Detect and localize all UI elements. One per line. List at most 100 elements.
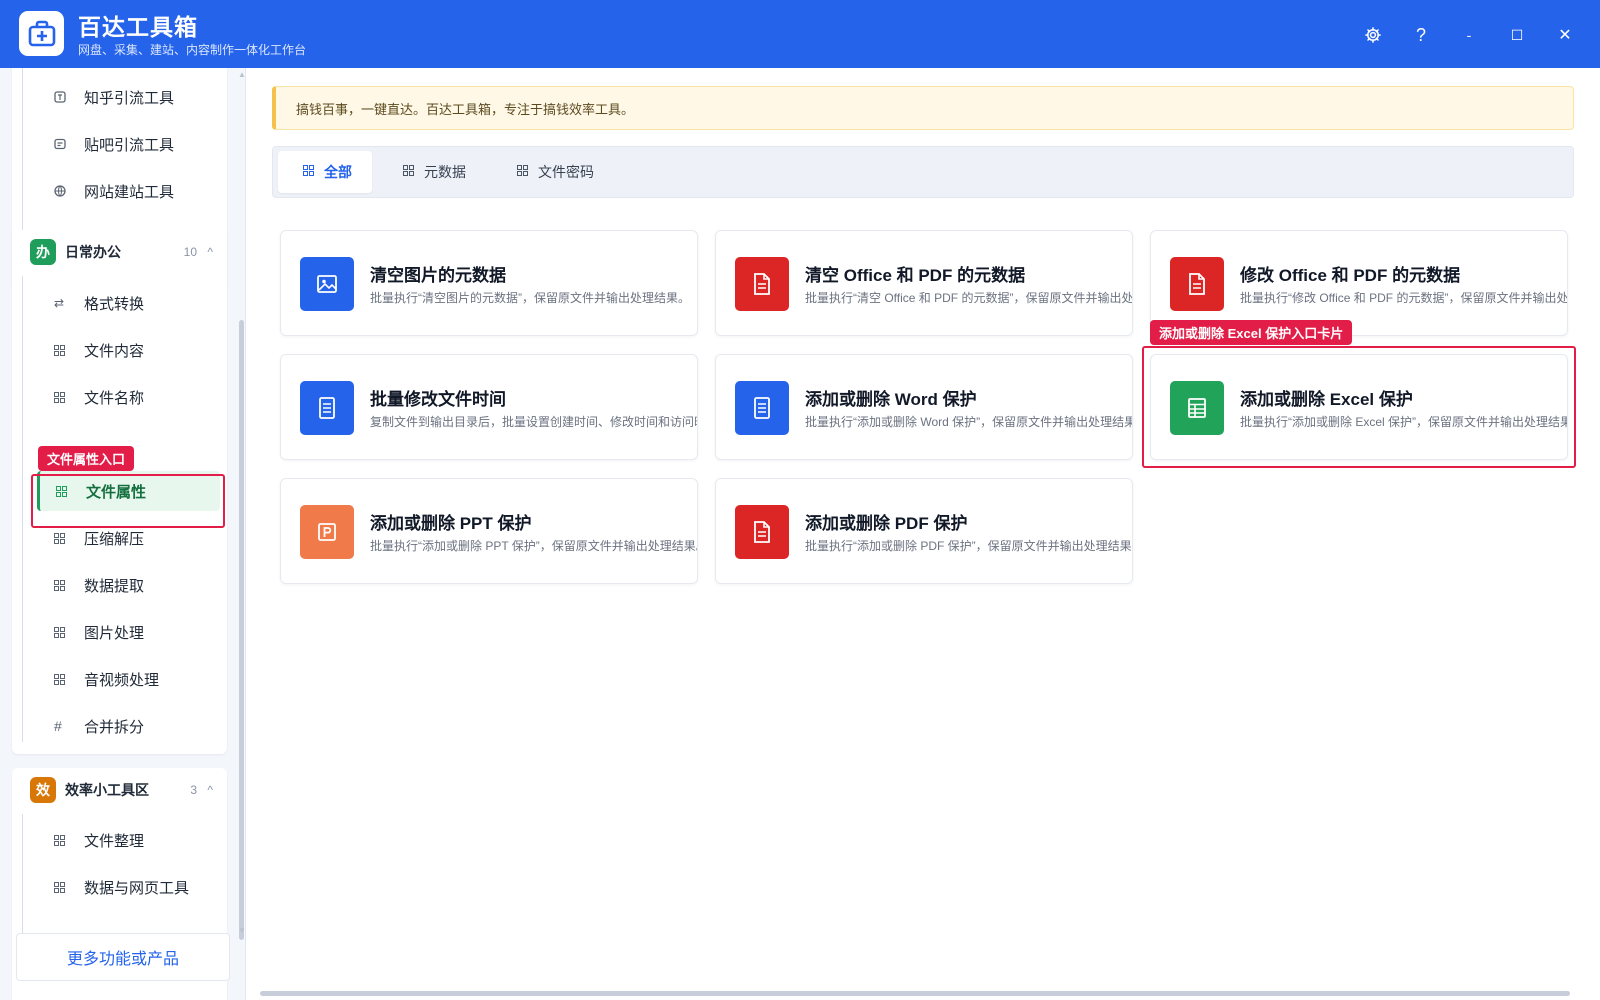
- tieba-icon: [54, 138, 72, 150]
- hash-icon: #: [54, 718, 62, 734]
- card-desc: 批量执行“清空图片的元数据”，保留原文件并输出处理结果。: [370, 291, 690, 305]
- sidebar-item-label: 文件内容: [84, 342, 145, 360]
- help-button[interactable]: ?: [1406, 20, 1436, 50]
- sidebar-annotation-tag: 文件属性入口: [38, 446, 135, 471]
- group-count: 3: [190, 783, 197, 797]
- sidebar-item-file-content[interactable]: 文件内容: [22, 330, 214, 370]
- sidebar-item-file-organize[interactable]: 文件整理: [22, 820, 214, 860]
- sidebar-item-label: 音视频处理: [84, 671, 160, 689]
- title-bar: 百达工具箱 网盘、采集、建站、内容制作一体化工作台 ? - ☐ ✕: [0, 0, 1600, 68]
- document-icon: [1170, 257, 1224, 311]
- sidebar-item-image-processing[interactable]: 图片处理: [22, 612, 214, 652]
- document-lines-icon: [735, 381, 789, 435]
- sidebar-item-format-convert[interactable]: ⇄ 格式转换: [22, 283, 214, 323]
- scroll-up-arrow[interactable]: ▲: [238, 70, 245, 79]
- sidebar-item-label: 文件整理: [84, 832, 145, 850]
- website-icon: [54, 185, 72, 197]
- group-badge: 效: [30, 777, 56, 803]
- sidebar-item-compress[interactable]: 压缩解压: [22, 518, 214, 558]
- more-features-button[interactable]: 更多功能或产品: [16, 933, 230, 981]
- group-header-office[interactable]: 办 日常办公 10 ^: [12, 230, 227, 274]
- card-title: 批量修改文件时间: [370, 390, 506, 409]
- image-icon: [300, 257, 354, 311]
- card-title: 添加或删除 PDF 保护: [805, 514, 968, 533]
- gear-icon: [1365, 27, 1381, 43]
- grid-icon: [54, 673, 72, 685]
- main-content: 搞钱百事，一键直达。百达工具箱，专注于搞钱效率工具。 全部 元数据 文件密码 清…: [246, 68, 1600, 1000]
- grid-icon: [54, 626, 72, 638]
- card-title: 修改 Office 和 PDF 的元数据: [1240, 266, 1461, 285]
- tab-label: 元数据: [424, 164, 466, 180]
- sidebar-item-label: 合并拆分: [84, 718, 145, 736]
- settings-button[interactable]: [1358, 20, 1388, 50]
- tool-card-clear-image-metadata[interactable]: 清空图片的元数据 批量执行“清空图片的元数据”，保留原文件并输出处理结果。: [280, 230, 698, 336]
- card-title: 清空 Office 和 PDF 的元数据: [805, 266, 1026, 285]
- close-button[interactable]: ✕: [1550, 20, 1580, 50]
- card-desc: 批量执行“添加或删除 Word 保护”，保留原文件并输出处理结果。: [805, 415, 1133, 429]
- grid-icon: [54, 834, 72, 846]
- sidebar-item-label: 数据与网页工具: [84, 879, 190, 897]
- document-icon: [735, 505, 789, 559]
- card-title: 添加或删除 PPT 保护: [370, 514, 532, 533]
- sidebar-item-file-name[interactable]: 文件名称: [22, 377, 214, 417]
- card-annotation-tag: 添加或删除 Excel 保护入口卡片: [1150, 320, 1353, 345]
- minimize-button[interactable]: -: [1454, 20, 1484, 50]
- tab-label: 文件密码: [538, 164, 594, 180]
- group-badge: 办: [30, 239, 56, 265]
- tool-card-ppt-protection[interactable]: 添加或删除 PPT 保护 批量执行“添加或删除 PPT 保护”，保留原文件并输出…: [280, 478, 698, 584]
- sidebar-item-label: 文件名称: [84, 389, 145, 407]
- tab-all[interactable]: 全部: [278, 151, 372, 193]
- document-lines-icon: [300, 381, 354, 435]
- card-desc: 批量执行“添加或删除 PDF 保护”，保留原文件并输出处理结果。: [805, 539, 1133, 553]
- tab-metadata[interactable]: 元数据: [378, 151, 486, 193]
- card-desc: 复制文件到输出目录后，批量设置创建时间、修改时间和访问时间。: [370, 415, 698, 429]
- sidebar-item-label: 数据提取: [84, 577, 145, 595]
- sidebar-item-data-extract[interactable]: 数据提取: [22, 565, 214, 605]
- scroll-down-arrow[interactable]: ▼: [238, 926, 245, 935]
- grid-icon: [403, 165, 414, 179]
- tool-card-clear-office-pdf-metadata[interactable]: 清空 Office 和 PDF 的元数据 批量执行“清空 Office 和 PD…: [715, 230, 1133, 336]
- maximize-button[interactable]: ☐: [1502, 20, 1532, 50]
- tool-card-pdf-protection[interactable]: 添加或删除 PDF 保护 批量执行“添加或删除 PDF 保护”，保留原文件并输出…: [715, 478, 1133, 584]
- grid-icon: [54, 391, 72, 403]
- zhihu-icon: [54, 91, 72, 103]
- sidebar-item-label: 压缩解压: [84, 530, 145, 548]
- chevron-up-icon[interactable]: ^: [207, 783, 213, 797]
- app-logo-icon: [19, 11, 64, 56]
- highlight-box: [1142, 346, 1576, 468]
- sidebar-item-website[interactable]: 网站建站工具: [22, 171, 214, 211]
- app-subtitle: 网盘、采集、建站、内容制作一体化工作台: [78, 43, 307, 57]
- tool-card-word-protection[interactable]: 添加或删除 Word 保护 批量执行“添加或删除 Word 保护”，保留原文件并…: [715, 354, 1133, 460]
- sidebar-scrollbar[interactable]: [239, 320, 244, 940]
- tab-label: 全部: [324, 164, 352, 180]
- sidebar-item-label: 格式转换: [84, 295, 145, 313]
- group-count: 10: [183, 245, 197, 259]
- grid-icon: [303, 165, 314, 179]
- sidebar-item-label: 网站建站工具: [84, 183, 175, 201]
- card-desc: 批量执行“添加或删除 PPT 保护”，保留原文件并输出处理结果。: [370, 539, 698, 553]
- sidebar-item-label: 图片处理: [84, 624, 145, 642]
- tool-card-batch-file-time[interactable]: 批量修改文件时间 复制文件到输出目录后，批量设置创建时间、修改时间和访问时间。: [280, 354, 698, 460]
- sidebar: 知乎引流工具 贴吧引流工具 网站建站工具 办 日常办公 10 ^ ⇄ 格式转换 …: [0, 68, 246, 1000]
- sidebar-item-label: 贴吧引流工具: [84, 136, 175, 154]
- group-title: 日常办公: [65, 244, 121, 260]
- sidebar-item-merge-split[interactable]: # 合并拆分: [22, 706, 214, 746]
- group-title: 效率小工具区: [65, 782, 149, 798]
- card-desc: 批量执行“修改 Office 和 PDF 的元数据”，保留原文件并输出处理结果。: [1240, 291, 1568, 305]
- grid-icon: [54, 579, 72, 591]
- sidebar-item-audio-video[interactable]: 音视频处理: [22, 659, 214, 699]
- grid-icon: [517, 165, 528, 179]
- chevron-up-icon[interactable]: ^: [207, 245, 213, 259]
- sidebar-item-label: 知乎引流工具: [84, 89, 175, 107]
- presentation-icon: [300, 505, 354, 559]
- group-header-efficiency[interactable]: 效 效率小工具区 3 ^: [12, 768, 227, 812]
- sidebar-item-zhihu[interactable]: 知乎引流工具: [22, 77, 214, 117]
- main-horizontal-scrollbar[interactable]: [260, 991, 1570, 996]
- grid-icon: [54, 532, 72, 544]
- card-title: 添加或删除 Word 保护: [805, 390, 977, 409]
- app-title: 百达工具箱: [78, 14, 198, 40]
- tab-file-password[interactable]: 文件密码: [492, 151, 614, 193]
- sidebar-item-tieba[interactable]: 贴吧引流工具: [22, 124, 214, 164]
- sidebar-item-data-web-tools[interactable]: 数据与网页工具: [22, 867, 214, 907]
- card-title: 清空图片的元数据: [370, 266, 506, 285]
